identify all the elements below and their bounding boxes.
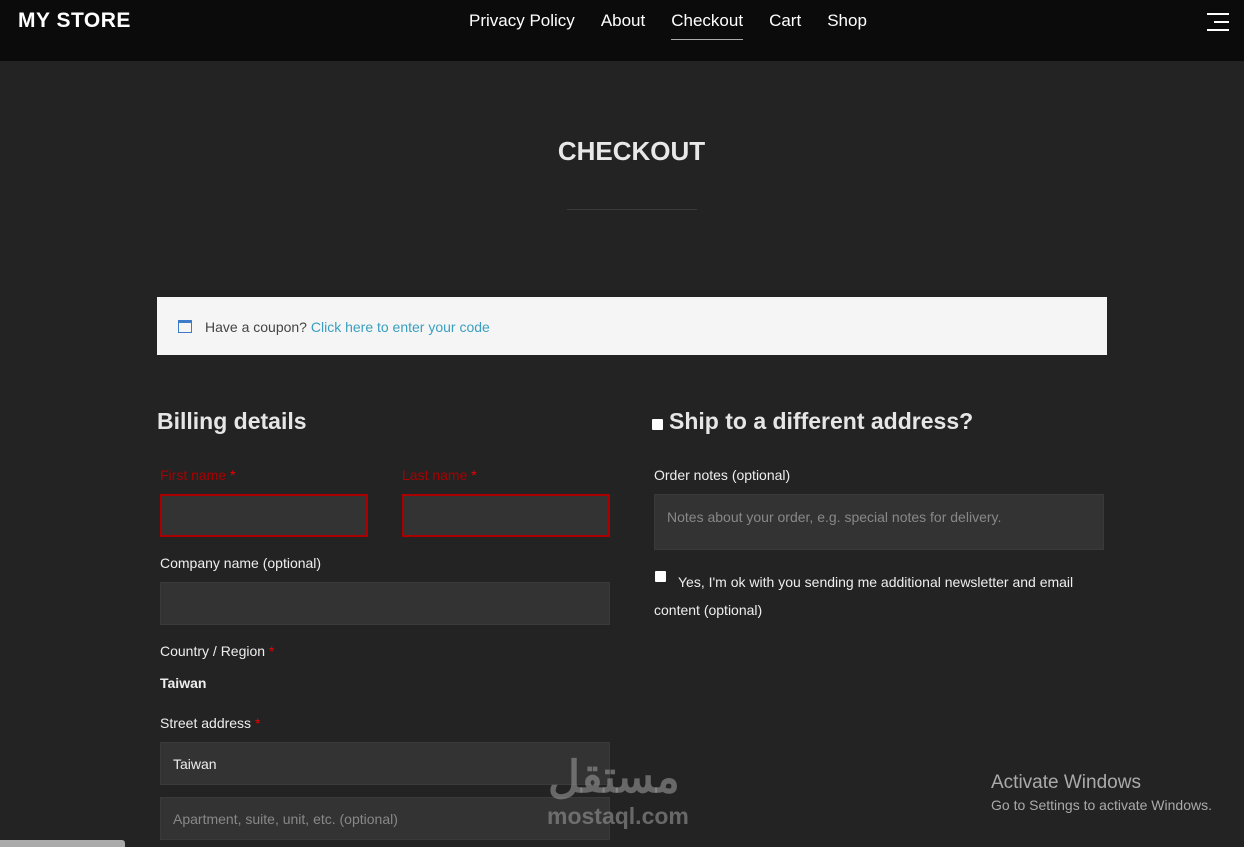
activate-windows-notice: Activate Windows Go to Settings to activ… (991, 772, 1212, 813)
main-nav: Privacy Policy About Checkout Cart Shop (469, 11, 867, 40)
coupon-text: Have a coupon? (205, 319, 307, 335)
newsletter-label: Yes, I'm ok with you sending me addition… (654, 574, 1074, 618)
watermark-latin: mostaql.com (547, 803, 689, 829)
nav-about[interactable]: About (601, 11, 645, 40)
country-value: Taiwan (160, 675, 207, 691)
nav-checkout[interactable]: Checkout (671, 11, 744, 40)
company-input[interactable] (160, 582, 610, 625)
top-nav-bar: MY STORE Privacy Policy About Checkout C… (0, 0, 1244, 61)
menu-icon[interactable] (1207, 13, 1229, 37)
billing-title: Billing details (157, 408, 307, 434)
watermark-arabic: مستقل (548, 753, 680, 802)
activate-subtitle: Go to Settings to activate Windows. (991, 797, 1212, 813)
activate-title: Activate Windows (991, 772, 1141, 793)
page-title: CHECKOUT (557, 136, 706, 166)
coupon-notice: Have a coupon? Click here to enter your … (157, 297, 1107, 355)
street-label: Street address * (160, 715, 261, 731)
order-notes-label: Order notes (optional) (654, 467, 791, 483)
last-name-input[interactable] (402, 494, 610, 537)
title-divider (567, 209, 697, 210)
country-label: Country / Region * (160, 643, 275, 659)
order-notes-textarea[interactable]: Notes about your order, e.g. special not… (654, 494, 1104, 550)
calendar-icon (178, 320, 192, 333)
store-logo[interactable]: MY STORE (18, 9, 131, 33)
nav-cart[interactable]: Cart (769, 11, 801, 40)
street-address-input[interactable]: Taiwan (160, 742, 610, 785)
horizontal-scrollbar[interactable] (0, 840, 125, 847)
first-name-input[interactable] (160, 494, 368, 537)
nav-privacy-policy[interactable]: Privacy Policy (469, 11, 575, 40)
apartment-input[interactable]: Apartment, suite, unit, etc. (optional) (160, 797, 610, 840)
company-label: Company name (optional) (160, 555, 322, 571)
coupon-link[interactable]: Click here to enter your code (311, 319, 490, 335)
first-name-label: First name * (160, 467, 236, 483)
ship-different-checkbox[interactable] (652, 419, 663, 430)
last-name-label: Last name * (402, 467, 477, 483)
nav-shop[interactable]: Shop (827, 11, 867, 40)
ship-different-title: Ship to a different address? (669, 408, 974, 434)
